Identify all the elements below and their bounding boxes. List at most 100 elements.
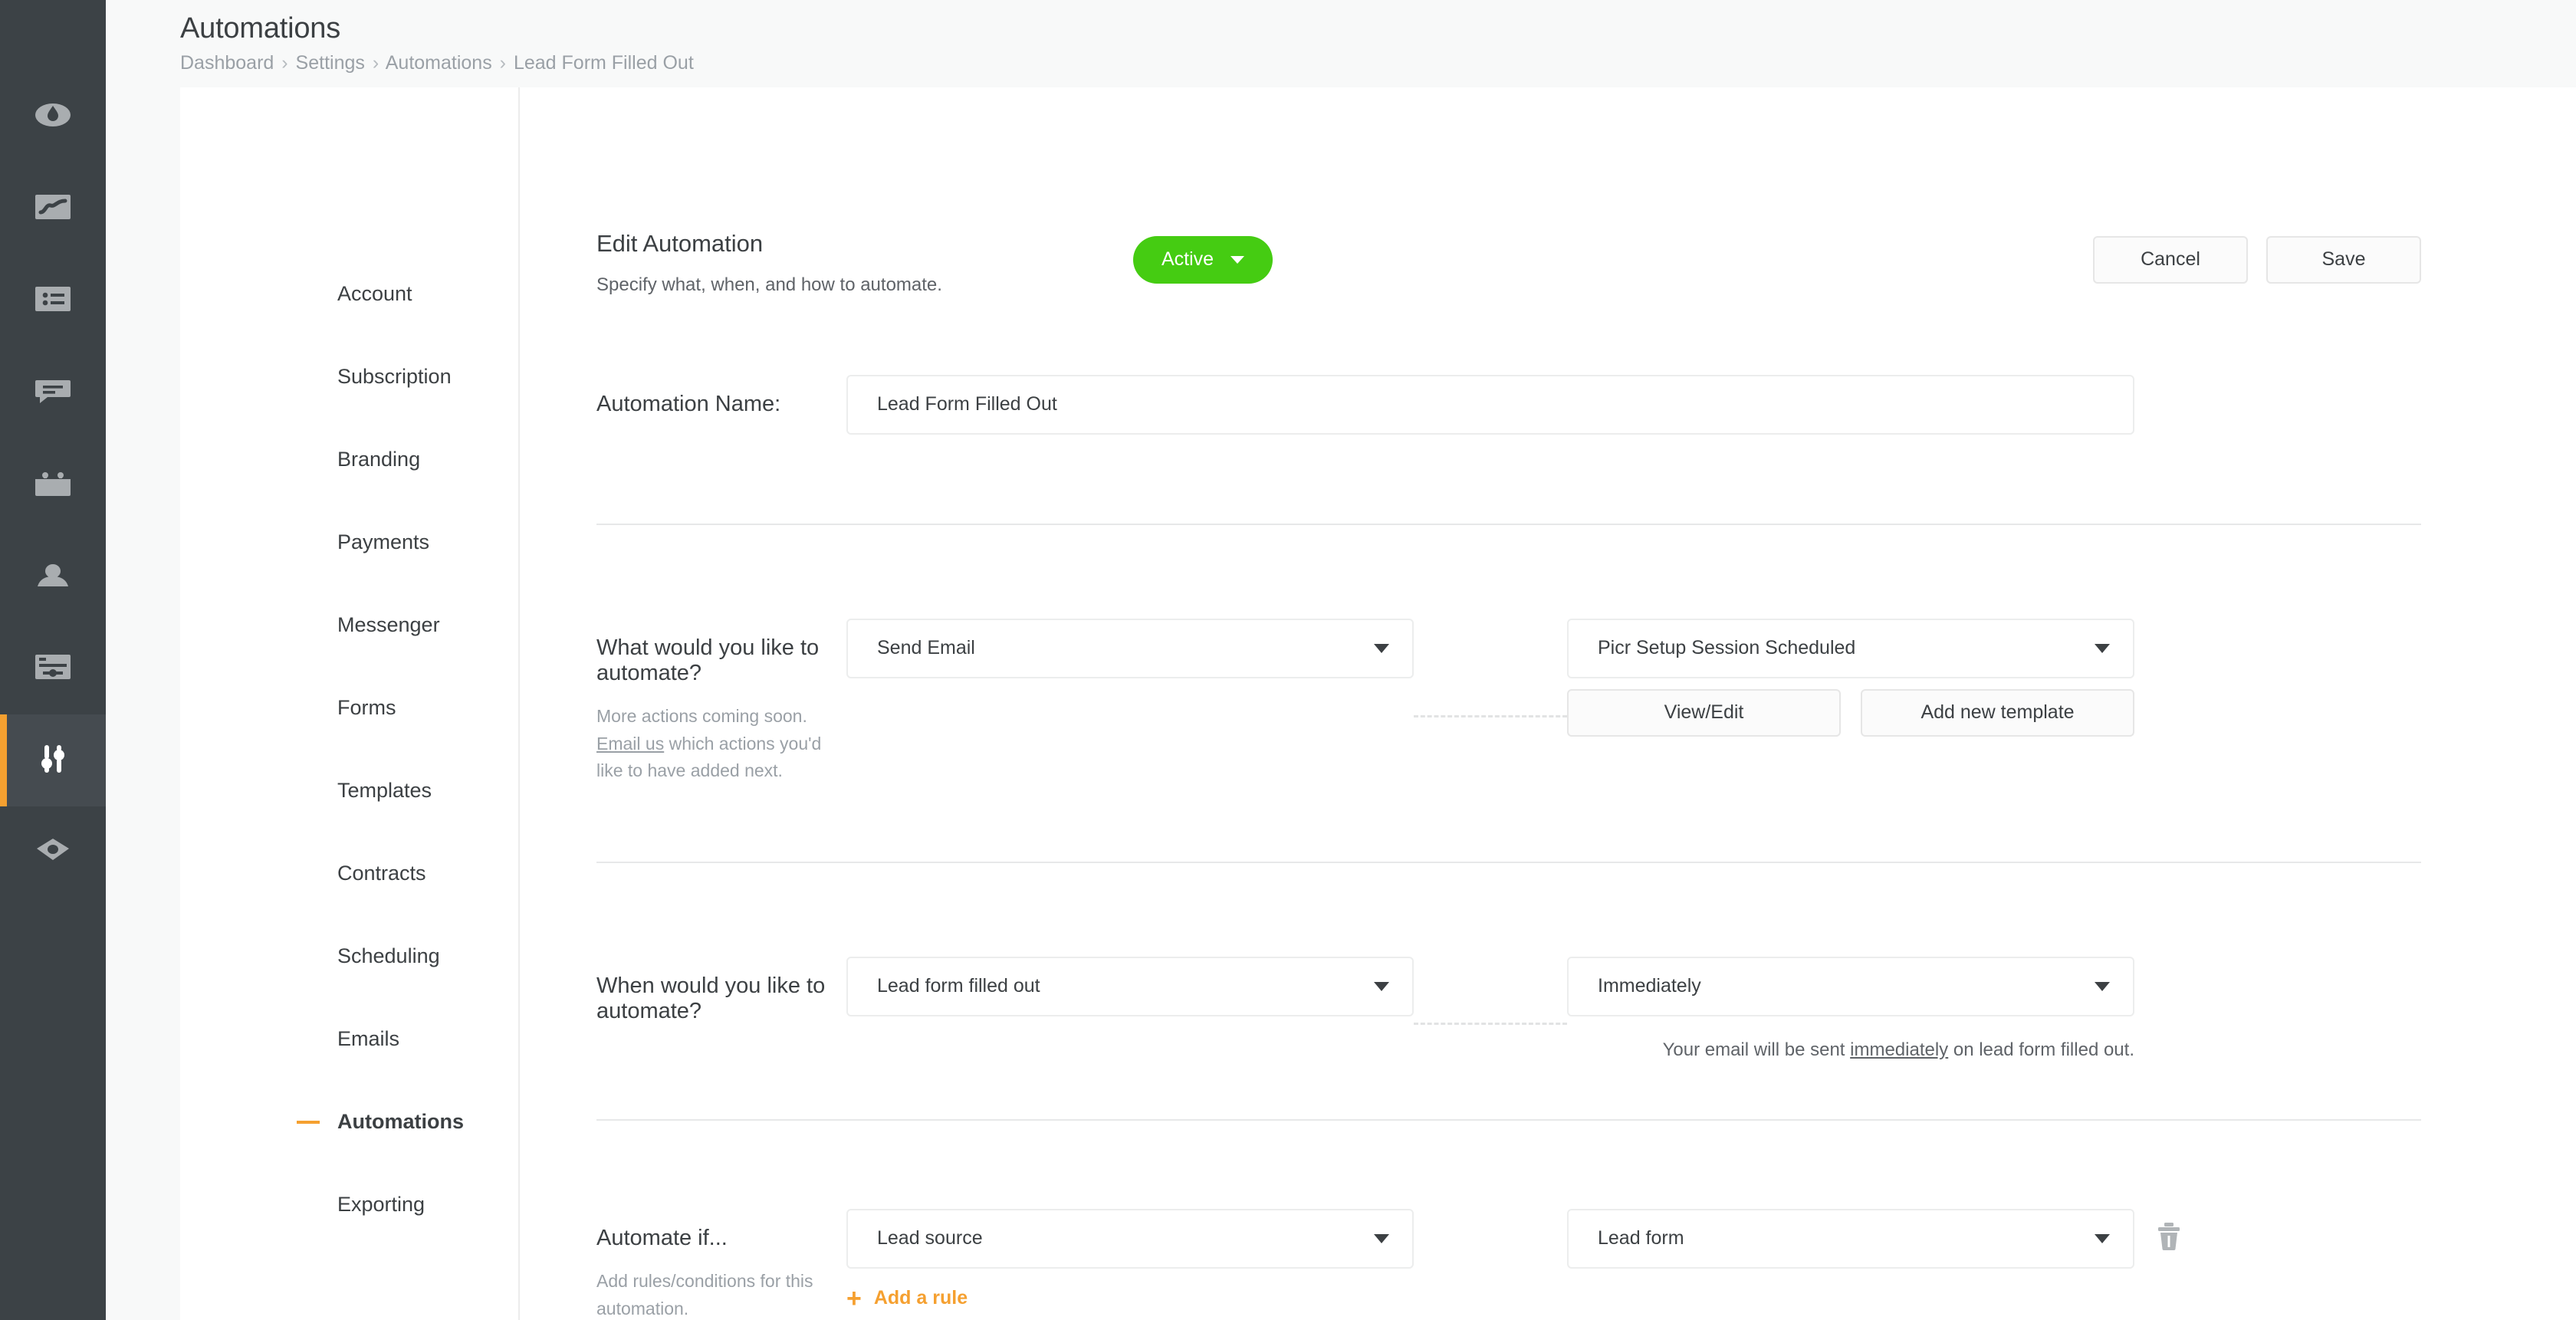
condition-value-select[interactable]: Lead form bbox=[1567, 1208, 2134, 1269]
what-to-automate-label: What would you like to automate? bbox=[596, 635, 820, 685]
sidebar-item-subscription[interactable]: Subscription bbox=[180, 336, 518, 419]
app-root: Automations Dashboard › Settings › Autom… bbox=[0, 0, 2576, 1320]
trigger-select[interactable]: Lead form filled out bbox=[846, 956, 1414, 1016]
view-edit-button[interactable]: View/Edit bbox=[1567, 688, 1841, 737]
chevron-down-icon bbox=[2095, 981, 2110, 991]
automation-name-input[interactable]: Lead Form Filled Out bbox=[846, 374, 2134, 435]
timing-helper-text: Your email will be sent immediately on l… bbox=[1567, 1039, 2134, 1061]
trigger-select-col: Lead form filled out bbox=[846, 956, 1414, 1016]
sidebar-item-label: Payments bbox=[337, 530, 430, 554]
sidebar-item-account[interactable]: Account bbox=[180, 253, 518, 336]
active-dash-indicator bbox=[297, 1120, 320, 1124]
sidebar-item-label: Templates bbox=[337, 779, 432, 803]
connector-line bbox=[1414, 1022, 1567, 1025]
sidebar-item-payments[interactable]: Payments bbox=[180, 501, 518, 584]
sidebar-item-contracts[interactable]: Contracts bbox=[180, 832, 518, 915]
sidebar-item-templates[interactable]: Templates bbox=[180, 750, 518, 832]
rail-item-analytics[interactable] bbox=[0, 163, 106, 254]
message-bubble-icon bbox=[35, 379, 71, 407]
template-select-col: Picr Setup Session Scheduled View/Edit A… bbox=[1567, 618, 2134, 737]
sidebar-item-label: Exporting bbox=[337, 1193, 426, 1217]
trash-icon bbox=[2157, 1222, 2180, 1253]
automation-name-row: Automation Name: Lead Form Filled Out bbox=[596, 374, 2576, 435]
condition-value-col: Lead form bbox=[1567, 1208, 2134, 1269]
contact-person-icon bbox=[35, 563, 71, 591]
timing-value: Immediately bbox=[1598, 975, 1701, 997]
chevron-down-icon bbox=[1374, 1233, 1389, 1243]
save-button[interactable]: Save bbox=[2266, 235, 2421, 284]
timing-helper-prefix: Your email will be sent bbox=[1662, 1039, 1851, 1060]
rail-item-calendar[interactable] bbox=[0, 438, 106, 530]
rail-item-dashboard[interactable] bbox=[0, 71, 106, 163]
action-type-select[interactable]: Send Email bbox=[846, 618, 1414, 678]
breadcrumb-separator: › bbox=[372, 51, 380, 74]
status-dropdown-button[interactable]: Active bbox=[1133, 235, 1273, 284]
rules-helper-text: Add rules/conditions for this automation… bbox=[596, 1270, 813, 1318]
sidebar-item-scheduling[interactable]: Scheduling bbox=[180, 915, 518, 998]
automation-name-value: Lead Form Filled Out bbox=[877, 393, 1057, 415]
rail-item-messages[interactable] bbox=[0, 346, 106, 438]
rail-item-locations[interactable] bbox=[0, 806, 106, 898]
page-column: Automations Dashboard › Settings › Autom… bbox=[106, 0, 2576, 1320]
email-us-link[interactable]: Email us bbox=[596, 734, 664, 754]
editor-header: Edit Automation Specify what, when, and … bbox=[596, 229, 2421, 296]
sidebar-item-emails[interactable]: Emails bbox=[180, 998, 518, 1081]
page-subtitle: Edit Automation bbox=[596, 229, 764, 257]
chevron-down-icon bbox=[1230, 255, 1245, 264]
add-rule-button[interactable]: + Add a rule bbox=[846, 1286, 968, 1312]
page-header: Automations Dashboard › Settings › Autom… bbox=[106, 0, 2576, 87]
invoice-list-icon bbox=[35, 286, 71, 315]
what-label-group: What would you like to automate? More ac… bbox=[596, 619, 846, 785]
sidebar-item-exporting[interactable]: Exporting bbox=[180, 1164, 518, 1246]
editor-description: Specify what, when, and how to automate. bbox=[596, 274, 942, 295]
timing-select-col: Immediately Your email will be sent imme… bbox=[1567, 956, 2134, 1061]
cancel-button[interactable]: Cancel bbox=[2093, 235, 2248, 284]
timing-select[interactable]: Immediately bbox=[1567, 956, 2134, 1016]
analytics-chart-icon bbox=[35, 194, 71, 223]
section-divider bbox=[596, 861, 2421, 863]
sidebar-item-label: Branding bbox=[337, 448, 421, 471]
chevron-down-icon bbox=[1374, 981, 1389, 991]
delete-rule-button[interactable] bbox=[2157, 1222, 2180, 1254]
action-select-col: Send Email bbox=[846, 618, 1414, 678]
automation-editor: Edit Automation Specify what, when, and … bbox=[520, 87, 2576, 1320]
breadcrumb-item-automations[interactable]: Automations bbox=[386, 52, 492, 74]
chevron-down-icon bbox=[2095, 1233, 2110, 1243]
plus-icon: + bbox=[846, 1283, 862, 1313]
add-new-template-button[interactable]: Add new template bbox=[1861, 688, 2134, 737]
sidebar-item-branding[interactable]: Branding bbox=[180, 419, 518, 501]
rail-item-gallery-settings[interactable] bbox=[0, 622, 106, 714]
editor-actions: Cancel Save bbox=[2093, 229, 2421, 284]
connector-line bbox=[1414, 715, 1567, 718]
when-to-automate-row: When would you like to automate? Lead fo… bbox=[596, 956, 2576, 1061]
sliders-settings-icon bbox=[36, 742, 70, 780]
breadcrumb-separator: › bbox=[499, 51, 506, 74]
action-type-value: Send Email bbox=[877, 637, 975, 659]
email-template-select[interactable]: Picr Setup Session Scheduled bbox=[1567, 618, 2134, 678]
timing-helper-emphasis: immediately bbox=[1850, 1039, 1949, 1060]
sidebar-item-label: Scheduling bbox=[337, 944, 440, 968]
rail-item-invoices[interactable] bbox=[0, 254, 106, 346]
add-rule-label: Add a rule bbox=[873, 1287, 968, 1309]
location-pin-icon bbox=[36, 838, 70, 868]
sidebar-item-forms[interactable]: Forms bbox=[180, 667, 518, 750]
when-to-automate-label: When would you like to automate? bbox=[596, 973, 826, 1023]
breadcrumb-item-dashboard[interactable]: Dashboard bbox=[180, 52, 274, 74]
rail-item-automations[interactable] bbox=[0, 714, 106, 806]
sidebar-item-label: Messenger bbox=[337, 613, 440, 637]
primary-icon-rail bbox=[0, 0, 106, 1320]
automation-name-label: Automation Name: bbox=[596, 391, 781, 416]
breadcrumb-separator: › bbox=[281, 51, 288, 74]
section-divider bbox=[596, 523, 2421, 525]
sidebar-item-messenger[interactable]: Messenger bbox=[180, 584, 518, 667]
settings-card: Account Subscription Branding Payments M… bbox=[180, 87, 2576, 1320]
breadcrumb-item-settings[interactable]: Settings bbox=[296, 52, 365, 74]
rules-label-group: Automate if... Add rules/conditions for … bbox=[596, 1209, 846, 1320]
sidebar-item-label: Emails bbox=[337, 1027, 400, 1051]
template-actions: View/Edit Add new template bbox=[1567, 688, 2134, 737]
condition-field-select[interactable]: Lead source bbox=[846, 1208, 1414, 1269]
rail-item-contacts[interactable] bbox=[0, 530, 106, 622]
sidebar-item-label: Forms bbox=[337, 696, 396, 720]
sidebar-item-label: Account bbox=[337, 282, 412, 306]
sidebar-item-automations[interactable]: Automations bbox=[180, 1081, 518, 1164]
